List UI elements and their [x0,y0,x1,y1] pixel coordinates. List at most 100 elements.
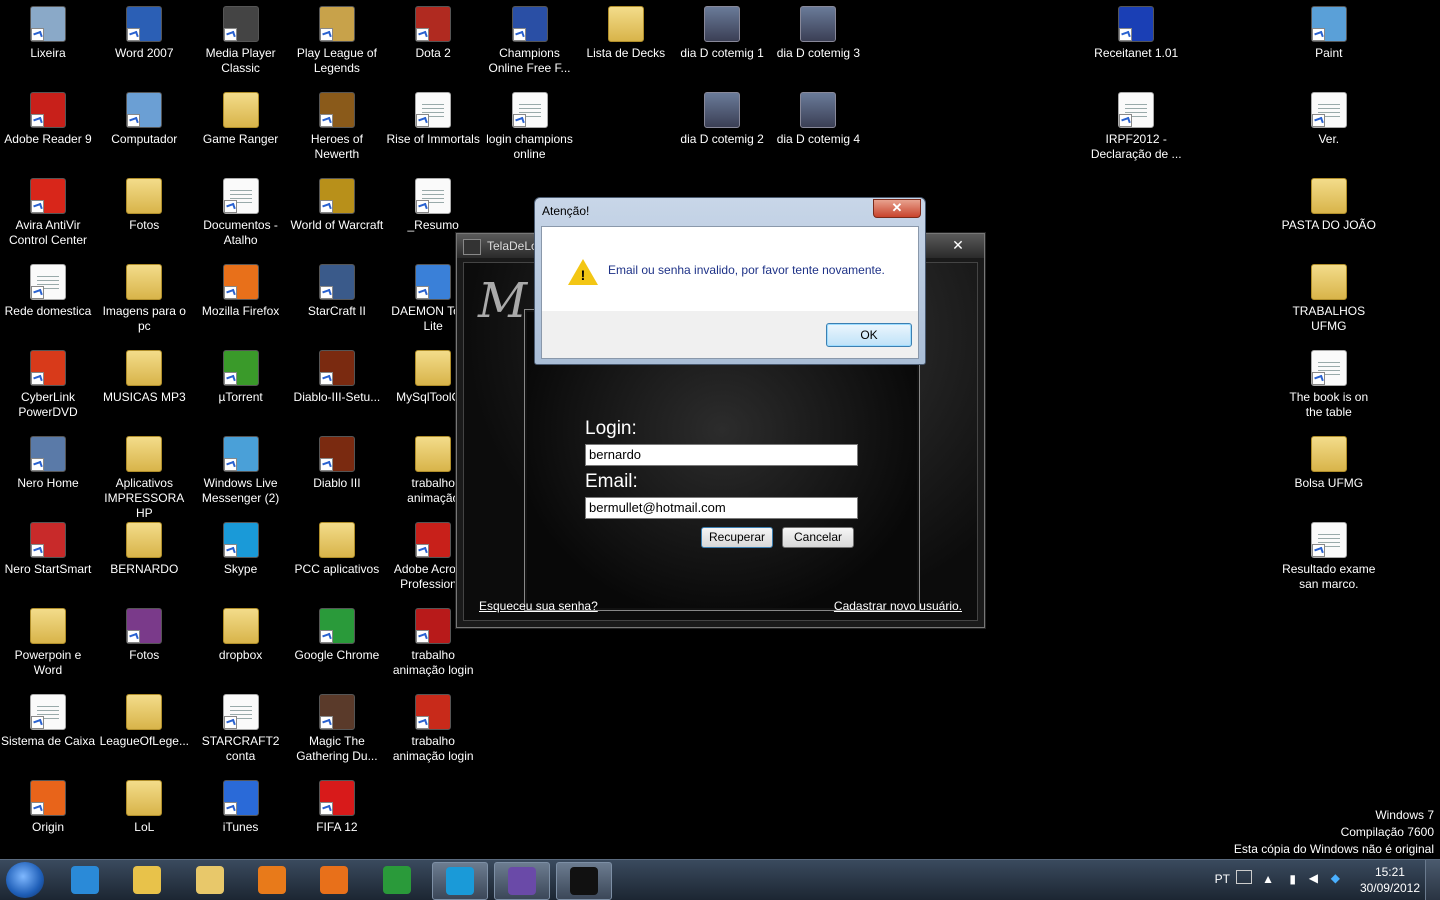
desktop-icon[interactable]: Diablo III [289,430,385,491]
desktop-icon[interactable]: CyberLink PowerDVD [0,344,96,420]
desktop-icon-label: Imagens para o pc [102,304,186,333]
show-hidden-icons-icon[interactable]: ▲ [1262,872,1274,886]
desktop-icon[interactable]: Media Player Classic [193,0,289,76]
register-link[interactable]: Cadastrar novo usuário. [834,599,962,613]
wow-icon [318,178,355,214]
desktop-icon[interactable]: dia D cotemig 1 [674,0,770,61]
desktop-icon[interactable]: Lista de Decks [578,0,674,61]
shortcut-arrow-icon [416,28,430,41]
desktop-icon[interactable]: Champions Online Free F... [482,0,578,76]
desktop-icon[interactable]: Diablo-III-Setu... [289,344,385,405]
desktop-icon[interactable]: LoL [96,774,192,835]
desktop-icon[interactable]: Magic The Gathering Du... [289,688,385,764]
alert-close-button[interactable]: ✕ [873,199,921,218]
taskbar-button[interactable] [58,862,112,898]
desktop-icon[interactable]: Computador [96,86,192,147]
desktop-icon[interactable]: Rede domestica [0,258,96,319]
desktop-icon[interactable]: Resultado exame san marco. [1281,516,1377,592]
watermark-line2: Compilação 7600 [1340,825,1434,839]
desktop-icon-label: µTorrent [218,390,263,404]
language-indicator[interactable]: PT [1215,872,1230,886]
desktop-icon[interactable]: dropbox [193,602,289,663]
desktop-icon-label: dia D cotemig 2 [680,132,764,146]
desktop-icon[interactable]: Play League of Legends [289,0,385,76]
desktop-icon[interactable]: Bolsa UFMG [1281,430,1377,491]
desktop-icon[interactable]: Mozilla Firefox [193,258,289,319]
taskbar-button[interactable] [494,862,551,900]
ok-button[interactable]: OK [826,323,912,347]
desktop-icon[interactable]: Sistema de Caixa [0,688,96,749]
desktop-icon[interactable]: IRPF2012 - Declaração de ... [1088,86,1184,162]
taskbar-button[interactable] [370,862,424,898]
taskbar-button[interactable] [431,862,488,900]
desktop-icon[interactable]: STARCRAFT2 conta [193,688,289,764]
show-desktop-button[interactable] [1425,860,1440,900]
desktop-icon[interactable]: Dota 2 [385,0,481,61]
chrome-taskbar-icon [382,866,411,894]
desktop-icon[interactable]: World of Warcraft [289,172,385,233]
desktop-icon[interactable]: The book is on the table [1281,344,1377,420]
desktop-icon[interactable]: Aplicativos IMPRESSORA HP [96,430,192,521]
taskbar-button[interactable] [556,862,613,900]
desktop-icon[interactable]: Imagens para o pc [96,258,192,334]
desktop-icon[interactable]: MUSICAS MP3 [96,344,192,405]
desktop-icon[interactable]: Fotos [96,602,192,663]
desktop-icon[interactable]: trabalho animação login [385,688,481,764]
desktop-icon[interactable]: Fotos [96,172,192,233]
recover-button[interactable]: Recuperar [701,527,773,548]
taskbar-button[interactable] [307,862,361,898]
desktop-icon-label: Skype [223,562,258,576]
desktop-icon[interactable]: Nero StartSmart [0,516,96,577]
email-input[interactable]: bermullet@hotmail.com [585,497,858,519]
desktop-icon[interactable]: FIFA 12 [289,774,385,835]
desktop-icon[interactable]: µTorrent [193,344,289,405]
desktop-icon[interactable]: Game Ranger [193,86,289,147]
fifa-icon [318,780,355,816]
desktop-icon-label: Nero Home [17,476,79,490]
desktop-icon[interactable]: Rise of Immortals [385,86,481,147]
desktop-icon[interactable]: Paint [1281,0,1377,61]
clock[interactable]: 15:21 30/09/2012 [1360,864,1420,896]
taskbar-button[interactable] [183,862,237,898]
desktop-icon[interactable]: Lixeira [0,0,96,61]
desktop-icon[interactable]: Adobe Reader 9 [0,86,96,147]
desktop-icon[interactable]: dia D cotemig 2 [674,86,770,147]
volume-icon[interactable]: ◀ [1309,871,1318,885]
desktop-icon[interactable]: Ver. [1281,86,1377,147]
desktop-icon[interactable]: Skype [193,516,289,577]
start-button[interactable] [6,862,44,898]
desktop-icon[interactable]: dia D cotemig 3 [770,0,866,61]
desktop-icon[interactable]: _Resumo [385,172,481,233]
desktop-icon[interactable]: StarCraft II [289,258,385,319]
desktop-icon[interactable]: PCC aplicativos [289,516,385,577]
desktop-icon[interactable]: Word 2007 [96,0,192,61]
desktop-icon[interactable]: iTunes [193,774,289,835]
desktop-icon[interactable]: Nero Home [0,430,96,491]
desktop-icon[interactable]: Windows Live Messenger (2) [193,430,289,506]
desktop-icon[interactable]: Documentos - Atalho [193,172,289,248]
desktop-icon[interactable]: PASTA DO JOÃO [1281,172,1377,233]
desktop-icon-label: FIFA 12 [316,820,358,834]
dropbox-tray-icon[interactable]: ◆ [1331,871,1340,885]
desktop-icon[interactable]: dia D cotemig 4 [770,86,866,147]
forgot-password-link[interactable]: Esqueceu sua senha? [479,599,598,613]
desktop-icon[interactable]: TRABALHOS UFMG [1281,258,1377,334]
network-icon[interactable]: ▮ [1289,872,1296,886]
desktop-icon[interactable]: Avira AntiVir Control Center [0,172,96,248]
desktop-icon[interactable]: Origin [0,774,96,835]
desktop-icon[interactable]: Heroes of Newerth [289,86,385,162]
keyboard-icon[interactable] [1236,870,1252,884]
desktop-icon[interactable]: BERNARDO [96,516,192,577]
taskbar-button[interactable] [245,862,299,898]
document-icon [1310,92,1347,128]
desktop-icon[interactable]: Powerpoin e Word [0,602,96,678]
desktop-icon[interactable]: LeagueOfLege... [96,688,192,749]
shortcut-arrow-icon [319,286,333,299]
desktop-icon[interactable]: Google Chrome [289,602,385,663]
login-input[interactable]: bernardo [585,444,858,466]
desktop-icon[interactable]: login champions online [482,86,578,162]
desktop-icon[interactable]: Receitanet 1.01 [1088,0,1184,61]
cancel-button[interactable]: Cancelar [782,527,854,548]
taskbar-button[interactable] [120,862,174,898]
login-window-close-button[interactable]: ✕ [938,236,978,254]
